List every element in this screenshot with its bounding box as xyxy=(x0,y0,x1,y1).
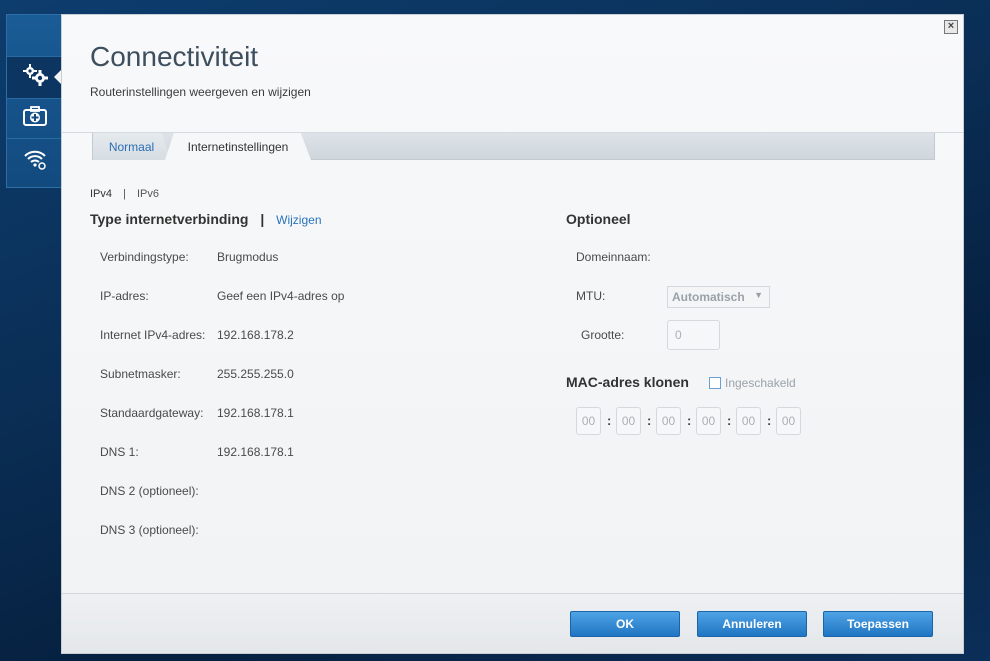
connection-type-label: Verbindingstype: xyxy=(100,250,189,264)
page-subtitle: Routerinstellingen weergeven en wijzigen xyxy=(90,85,311,99)
mac-separator: : xyxy=(607,413,612,428)
domain-name-label: Domeinnaam: xyxy=(576,250,651,264)
tab-bar: Normaal Internetinstellingen xyxy=(92,133,935,160)
medkit-icon xyxy=(23,106,47,131)
ip-address-value: Geef een IPv4-adres op xyxy=(217,289,345,303)
mac-field-4[interactable]: 00 xyxy=(696,407,721,435)
page-title: Connectiviteit xyxy=(90,41,259,72)
mac-field-5[interactable]: 00 xyxy=(736,407,761,435)
dns3-label: DNS 3 (optioneel): xyxy=(100,523,199,537)
mac-field-3[interactable]: 00 xyxy=(656,407,681,435)
ipv6-link[interactable]: IPv6 xyxy=(137,188,159,200)
internet-ipv4-label: Internet IPv4-adres: xyxy=(100,328,206,342)
mac-field-1[interactable]: 00 xyxy=(576,407,601,435)
mac-clone-enabled-label: Ingeschakeld xyxy=(725,376,796,390)
heading-separator: | xyxy=(260,211,265,227)
mac-field-6[interactable]: 00 xyxy=(776,407,801,435)
dns1-value: 192.168.178.1 xyxy=(217,445,294,459)
chevron-down-icon: ▼ xyxy=(754,290,763,300)
dns1-label: DNS 1: xyxy=(100,445,139,459)
sidebar-nav xyxy=(6,14,63,188)
ip-version-switch: IPv4 | IPv6 xyxy=(90,188,159,200)
ipv4-link[interactable]: IPv4 xyxy=(90,188,112,200)
mac-separator: : xyxy=(647,413,652,428)
cancel-button[interactable]: Annuleren xyxy=(697,611,807,637)
tab-normaal[interactable]: Normaal xyxy=(93,133,171,160)
size-input[interactable]: 0 xyxy=(667,320,720,350)
mac-separator: : xyxy=(767,413,772,428)
tab-internetinstellingen[interactable]: Internetinstellingen xyxy=(165,133,311,160)
ip-address-label: IP-adres: xyxy=(100,289,149,303)
change-link[interactable]: Wijzigen xyxy=(276,213,321,227)
mtu-selected-value: Automatisch xyxy=(672,290,745,304)
close-icon[interactable]: × xyxy=(944,20,958,34)
size-label: Grootte: xyxy=(581,328,625,342)
sidebar-item-troubleshooting[interactable] xyxy=(7,99,63,139)
mtu-label: MTU: xyxy=(576,289,606,303)
internet-ipv4-value: 192.168.178.2 xyxy=(217,328,294,342)
mac-separator: : xyxy=(727,413,732,428)
connection-type-heading: Type internetverbinding | Wijzigen xyxy=(90,211,322,227)
mac-field-2[interactable]: 00 xyxy=(616,407,641,435)
default-gateway-label: Standaardgateway: xyxy=(100,406,204,420)
apply-button[interactable]: Toepassen xyxy=(823,611,933,637)
mac-separator: : xyxy=(687,413,692,428)
connection-type-title: Type internetverbinding xyxy=(90,211,249,227)
subnet-mask-value: 255.255.255.0 xyxy=(217,367,294,381)
sidebar-item-blank[interactable] xyxy=(7,15,63,57)
optional-heading: Optioneel xyxy=(566,211,631,227)
active-pointer-arrow xyxy=(54,70,61,84)
gears-icon xyxy=(21,63,49,92)
connection-type-value: Brugmodus xyxy=(217,250,279,264)
ok-button[interactable]: OK xyxy=(570,611,680,637)
default-gateway-value: 192.168.178.1 xyxy=(217,406,294,420)
mtu-select[interactable]: Automatisch ▼ xyxy=(667,286,770,308)
wifi-gear-icon xyxy=(23,148,47,175)
ip-version-separator: | xyxy=(123,188,126,200)
mac-clone-heading: MAC-adres klonen xyxy=(566,374,689,390)
dns2-label: DNS 2 (optioneel): xyxy=(100,484,199,498)
mac-clone-checkbox[interactable] xyxy=(709,377,721,389)
subnet-mask-label: Subnetmasker: xyxy=(100,367,181,381)
connectivity-dialog: × Connectiviteit Routerinstellingen weer… xyxy=(61,14,964,654)
sidebar-item-wireless[interactable] xyxy=(7,141,63,181)
